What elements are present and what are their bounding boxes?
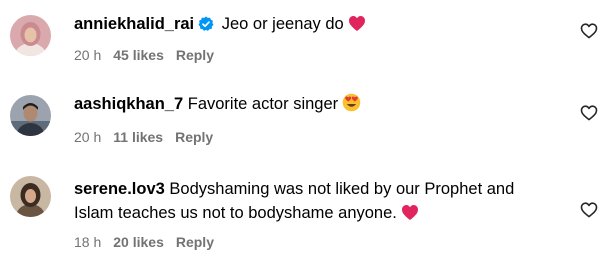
like-heart-icon[interactable] <box>580 104 598 122</box>
avatar-image <box>10 176 51 217</box>
reply-button[interactable]: Reply <box>176 234 214 250</box>
comment-text: Jeo or jeenay do <box>221 15 344 33</box>
comment-time: 20 h <box>74 129 102 145</box>
avatar[interactable] <box>10 176 51 217</box>
comment-likes[interactable]: 11 likes <box>113 129 163 145</box>
avatar[interactable] <box>10 95 51 136</box>
comment-username[interactable]: anniekhalid_rai <box>74 15 194 33</box>
avatar-image <box>10 15 51 56</box>
avatar-image <box>10 95 51 136</box>
reply-button[interactable]: Reply <box>175 129 213 145</box>
comment-body: aashiqkhan_7 Favorite actor singer <box>74 92 554 119</box>
red-heart-icon <box>348 15 366 39</box>
comment-body: serene.lov3 Bodyshaming was not liked by… <box>74 177 554 228</box>
red-heart-icon <box>401 204 419 228</box>
avatar[interactable] <box>10 15 51 56</box>
comment-time: 20 h <box>74 47 102 63</box>
comment-meta: 20 h 45 likes Reply <box>74 46 226 64</box>
like-heart-icon[interactable] <box>580 22 598 40</box>
comment-meta: 18 h 20 likes Reply <box>74 233 226 251</box>
heart-eyes-face-icon <box>342 93 361 119</box>
like-heart-icon[interactable] <box>580 201 598 219</box>
comment-time: 18 h <box>74 234 102 250</box>
verified-badge-icon <box>198 15 214 39</box>
comment-meta: 20 h 11 likes Reply <box>74 128 225 146</box>
reply-button[interactable]: Reply <box>176 47 214 63</box>
comment-likes[interactable]: 45 likes <box>113 47 164 63</box>
comment-likes[interactable]: 20 likes <box>113 234 164 250</box>
comment-username[interactable]: aashiqkhan_7 <box>74 95 183 113</box>
comment-text: Favorite actor singer <box>187 95 339 113</box>
comment-username[interactable]: serene.lov3 <box>74 180 165 198</box>
comment-body: anniekhalid_rai Jeo or jeenay do <box>74 12 554 39</box>
